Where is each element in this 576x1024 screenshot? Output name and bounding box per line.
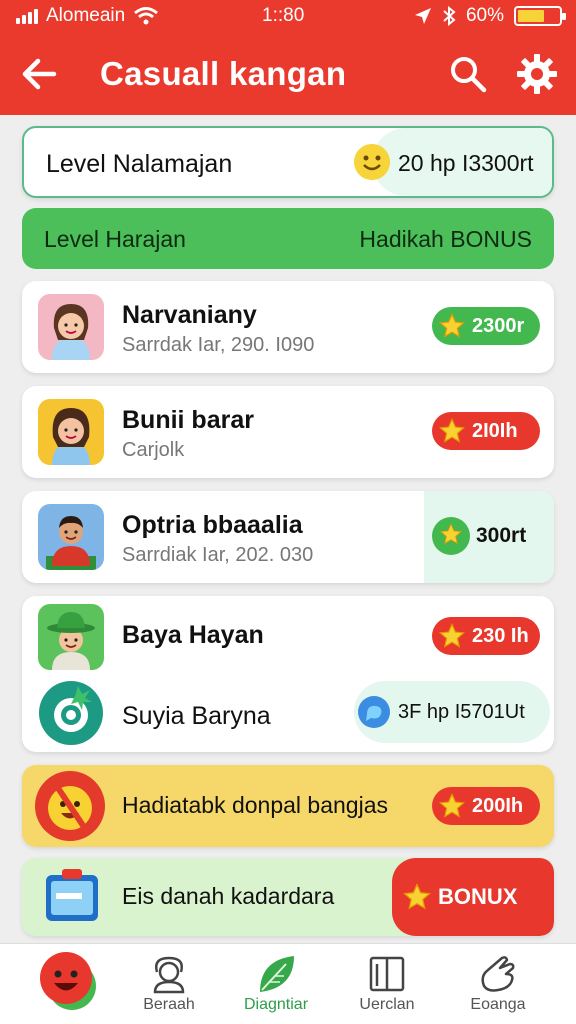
hand-icon	[481, 956, 515, 992]
nav-label: Beraah	[143, 996, 195, 1013]
list-item-name: Baya Hayan	[122, 621, 264, 649]
bluetooth-icon	[443, 6, 456, 26]
list-item-name: Optria bbaaalia	[122, 511, 303, 539]
star-icon	[432, 517, 470, 555]
list-item[interactable]: Baya Hayan 230 Ih	[22, 596, 554, 674]
star-icon	[438, 417, 466, 443]
reward-value: 300rt	[476, 524, 527, 547]
gear-icon[interactable]	[515, 52, 559, 96]
avatar	[38, 604, 104, 670]
header: Alomeain 1::80 60% Casuall kangan	[0, 0, 576, 115]
battery-icon	[514, 6, 566, 26]
wifi-icon	[134, 7, 159, 25]
page-title: Casuall kangan	[100, 55, 347, 92]
level-summary-card[interactable]: Level Nalamajan 20 hp I3300rt	[22, 126, 554, 198]
list-item-name: Narvaniany	[122, 301, 257, 329]
reward-pill[interactable]: 230 Ih	[432, 617, 540, 655]
nav-label: Uerclan	[359, 996, 415, 1013]
list-item[interactable]: Bunii barar Carjolk 2I0Ih	[22, 386, 554, 478]
status-time: 1::80	[262, 5, 305, 26]
avatar	[38, 399, 104, 465]
star-icon	[402, 882, 432, 910]
location-icon	[414, 8, 431, 24]
home-emoji-icon	[40, 952, 96, 1010]
nav-label: Eoanga	[470, 996, 526, 1013]
list-item-sub: Sarrdak Iar, 290. I090	[122, 334, 315, 356]
list-item-name: Suyia Baryna	[122, 702, 271, 730]
list-item-sub: Sarrdiak Iar, 202. 030	[122, 544, 314, 566]
bonus-banner-left: Level Harajan	[44, 226, 186, 252]
reward-tag[interactable]: 3F hp I5701Ut	[354, 681, 550, 743]
avatar	[38, 504, 104, 570]
chat-bubble-icon	[358, 696, 390, 728]
profile-icon	[153, 956, 185, 994]
list-item-sub: Carjolk	[122, 439, 185, 461]
star-icon	[438, 792, 466, 818]
list-item-name: Bunii barar	[122, 406, 254, 434]
star-icon	[438, 312, 466, 338]
promo-banner-yellow[interactable]: Hadiatabk donpal bangjas 200Ih	[22, 765, 554, 847]
reward-pill[interactable]: 200Ih	[432, 787, 540, 825]
back-arrow-icon[interactable]	[18, 52, 62, 96]
battery-percent: 60%	[465, 5, 504, 26]
nav-item-beraah[interactable]: Beraah	[119, 944, 219, 1024]
list-item[interactable]: Narvaniany Sarrdak Iar, 290. I090 2300r	[22, 281, 554, 373]
book-icon	[369, 956, 405, 992]
nav-label: Diagntiar	[243, 996, 309, 1013]
signal-icon	[16, 8, 38, 24]
summary-label: Level Nalamajan	[46, 150, 233, 178]
bonus-banner-right: Hadikah BONUS	[359, 226, 532, 252]
search-icon[interactable]	[448, 54, 488, 94]
reward-plain[interactable]: 300rt	[432, 517, 544, 555]
nav-item-diagntiar[interactable]: Diagntiar	[226, 944, 326, 1024]
list-item[interactable]: Optria bbaaalia Sarrdiak Iar, 202. 030 3…	[22, 491, 554, 583]
list-item[interactable]: Suyia Baryna 3F hp I5701Ut	[22, 674, 554, 752]
promo-text: Hadiatabk donpal bangjas	[122, 792, 388, 818]
promo-banner-green[interactable]: Eis danah kadardara BONUX	[22, 858, 554, 936]
reward-value: 230 Ih	[472, 624, 529, 647]
bonus-banner[interactable]: Level Harajan Hadikah BONUS	[22, 208, 554, 269]
chat-bubble-icon	[39, 681, 103, 745]
emoji-badge-icon	[35, 771, 105, 841]
carrier-label: Alomeain	[46, 5, 126, 26]
reward-pill[interactable]: 2300r	[432, 307, 540, 345]
nav-item-uerclan[interactable]: Uerclan	[337, 944, 437, 1024]
list-group-card: Baya Hayan 230 Ih Suyia Baryna 3F hp I57…	[22, 596, 554, 752]
smiley-icon	[354, 144, 390, 180]
id-card-icon	[46, 869, 98, 921]
reward-value: 200Ih	[472, 794, 524, 817]
bonus-button-label: BONUX	[438, 884, 518, 909]
reward-value: 3F hp I5701Ut	[398, 700, 525, 723]
promo-text: Eis danah kadardara	[122, 883, 335, 909]
avatar	[38, 294, 104, 360]
reward-value: 2I0Ih	[472, 419, 518, 442]
bottom-nav: Beraah Diagntiar Uerclan Eoanga	[0, 943, 576, 1024]
nav-item-home[interactable]	[18, 944, 118, 1024]
app-bar: Casuall kangan	[0, 42, 576, 106]
bonus-button[interactable]: BONUX	[392, 858, 554, 936]
leaf-icon	[260, 956, 294, 992]
summary-value: 20 hp I3300rt	[398, 150, 534, 176]
reward-value: 2300r	[472, 314, 525, 337]
status-bar: Alomeain 1::80 60%	[0, 0, 576, 32]
nav-item-eoanga[interactable]: Eoanga	[448, 944, 548, 1024]
reward-pill[interactable]: 2I0Ih	[432, 412, 540, 450]
star-icon	[438, 622, 466, 648]
